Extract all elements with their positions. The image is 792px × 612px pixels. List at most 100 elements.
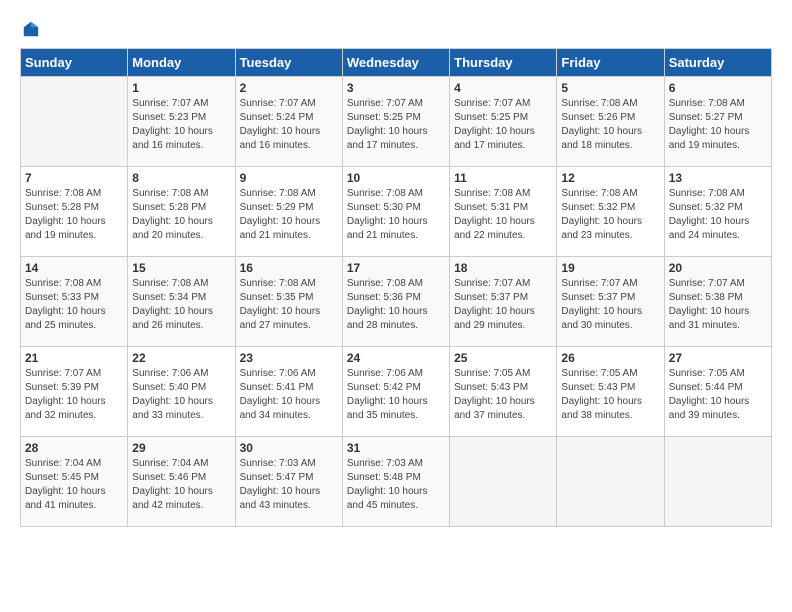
calendar-cell: 4 Sunrise: 7:07 AM Sunset: 5:25 PM Daylig… [450, 77, 557, 167]
calendar-cell: 21 Sunrise: 7:07 AM Sunset: 5:39 PM Dayli… [21, 347, 128, 437]
day-number: 2 [240, 81, 338, 95]
calendar-cell: 28Sunrise: 7:04 AM Sunset: 5:45 PM Dayli… [21, 437, 128, 527]
calendar-cell: 7 Sunrise: 7:08 AM Sunset: 5:28 PM Daylig… [21, 167, 128, 257]
week-row-5: 28Sunrise: 7:04 AM Sunset: 5:45 PM Dayli… [21, 437, 772, 527]
week-row-2: 7 Sunrise: 7:08 AM Sunset: 5:28 PM Daylig… [21, 167, 772, 257]
day-info: Sunrise: 7:08 AM Sunset: 5:29 PM Dayligh… [240, 187, 338, 243]
day-info: Sunrise: 7:08 AM Sunset: 5:35 PM Dayligh… [240, 277, 338, 333]
day-number: 30 [240, 441, 338, 455]
day-number: 7 [25, 171, 123, 185]
logo-icon [22, 20, 40, 38]
day-number: 6 [669, 81, 767, 95]
day-info: Sunrise: 7:07 AM Sunset: 5:38 PM Dayligh… [669, 277, 767, 333]
day-info: Sunrise: 7:05 AM Sunset: 5:43 PM Dayligh… [454, 367, 552, 423]
calendar-cell: 9 Sunrise: 7:08 AM Sunset: 5:29 PM Daylig… [235, 167, 342, 257]
header-tuesday: Tuesday [235, 49, 342, 77]
day-number: 15 [132, 261, 230, 275]
calendar-cell: 12 Sunrise: 7:08 AM Sunset: 5:32 PM Dayli… [557, 167, 664, 257]
week-row-1: 1 Sunrise: 7:07 AM Sunset: 5:23 PM Daylig… [21, 77, 772, 167]
calendar-cell: 19Sunrise: 7:07 AM Sunset: 5:37 PM Dayli… [557, 257, 664, 347]
calendar-cell: 11 Sunrise: 7:08 AM Sunset: 5:31 PM Dayli… [450, 167, 557, 257]
day-info: Sunrise: 7:08 AM Sunset: 5:32 PM Dayligh… [561, 187, 659, 243]
day-info: Sunrise: 7:07 AM Sunset: 5:25 PM Dayligh… [347, 97, 445, 153]
day-number: 4 [454, 81, 552, 95]
calendar-cell [557, 437, 664, 527]
calendar-cell [664, 437, 771, 527]
day-number: 31 [347, 441, 445, 455]
day-number: 16 [240, 261, 338, 275]
day-info: Sunrise: 7:03 AM Sunset: 5:48 PM Dayligh… [347, 457, 445, 513]
header-wednesday: Wednesday [342, 49, 449, 77]
day-info: Sunrise: 7:07 AM Sunset: 5:39 PM Dayligh… [25, 367, 123, 423]
day-number: 18 [454, 261, 552, 275]
day-number: 23 [240, 351, 338, 365]
calendar-cell [21, 77, 128, 167]
day-number: 28 [25, 441, 123, 455]
calendar-cell: 10 Sunrise: 7:08 AM Sunset: 5:30 PM Dayli… [342, 167, 449, 257]
calendar-header-row: SundayMondayTuesdayWednesdayThursdayFrid… [21, 49, 772, 77]
calendar-cell: 17 Sunrise: 7:08 AM Sunset: 5:36 PM Dayli… [342, 257, 449, 347]
calendar-cell: 27Sunrise: 7:05 AM Sunset: 5:44 PM Dayli… [664, 347, 771, 437]
day-info: Sunrise: 7:08 AM Sunset: 5:27 PM Dayligh… [669, 97, 767, 153]
calendar-cell: 23 Sunrise: 7:06 AM Sunset: 5:41 PM Dayli… [235, 347, 342, 437]
calendar-cell: 15 Sunrise: 7:08 AM Sunset: 5:34 PM Dayli… [128, 257, 235, 347]
day-number: 9 [240, 171, 338, 185]
day-number: 19 [561, 261, 659, 275]
day-number: 24 [347, 351, 445, 365]
day-number: 13 [669, 171, 767, 185]
day-number: 11 [454, 171, 552, 185]
calendar-cell: 13Sunrise: 7:08 AM Sunset: 5:32 PM Dayli… [664, 167, 771, 257]
day-number: 1 [132, 81, 230, 95]
calendar-cell: 25 Sunrise: 7:05 AM Sunset: 5:43 PM Dayli… [450, 347, 557, 437]
day-info: Sunrise: 7:08 AM Sunset: 5:36 PM Dayligh… [347, 277, 445, 333]
calendar-cell: 3 Sunrise: 7:07 AM Sunset: 5:25 PM Daylig… [342, 77, 449, 167]
calendar-cell: 6 Sunrise: 7:08 AM Sunset: 5:27 PM Daylig… [664, 77, 771, 167]
day-info: Sunrise: 7:08 AM Sunset: 5:31 PM Dayligh… [454, 187, 552, 243]
day-info: Sunrise: 7:08 AM Sunset: 5:33 PM Dayligh… [25, 277, 123, 333]
day-info: Sunrise: 7:03 AM Sunset: 5:47 PM Dayligh… [240, 457, 338, 513]
day-number: 8 [132, 171, 230, 185]
day-info: Sunrise: 7:07 AM Sunset: 5:23 PM Dayligh… [132, 97, 230, 153]
day-number: 17 [347, 261, 445, 275]
day-number: 5 [561, 81, 659, 95]
day-info: Sunrise: 7:08 AM Sunset: 5:30 PM Dayligh… [347, 187, 445, 243]
calendar-cell: 22Sunrise: 7:06 AM Sunset: 5:40 PM Dayli… [128, 347, 235, 437]
calendar-cell: 18 Sunrise: 7:07 AM Sunset: 5:37 PM Dayli… [450, 257, 557, 347]
calendar-cell [450, 437, 557, 527]
day-info: Sunrise: 7:05 AM Sunset: 5:43 PM Dayligh… [561, 367, 659, 423]
day-info: Sunrise: 7:07 AM Sunset: 5:37 PM Dayligh… [454, 277, 552, 333]
calendar-cell: 20Sunrise: 7:07 AM Sunset: 5:38 PM Dayli… [664, 257, 771, 347]
day-info: Sunrise: 7:08 AM Sunset: 5:26 PM Dayligh… [561, 97, 659, 153]
calendar-table: SundayMondayTuesdayWednesdayThursdayFrid… [20, 48, 772, 527]
day-info: Sunrise: 7:06 AM Sunset: 5:41 PM Dayligh… [240, 367, 338, 423]
calendar-cell: 1 Sunrise: 7:07 AM Sunset: 5:23 PM Daylig… [128, 77, 235, 167]
day-number: 21 [25, 351, 123, 365]
day-number: 12 [561, 171, 659, 185]
day-info: Sunrise: 7:05 AM Sunset: 5:44 PM Dayligh… [669, 367, 767, 423]
day-number: 29 [132, 441, 230, 455]
day-info: Sunrise: 7:04 AM Sunset: 5:46 PM Dayligh… [132, 457, 230, 513]
day-info: Sunrise: 7:06 AM Sunset: 5:42 PM Dayligh… [347, 367, 445, 423]
day-number: 25 [454, 351, 552, 365]
header-monday: Monday [128, 49, 235, 77]
calendar-cell: 14 Sunrise: 7:08 AM Sunset: 5:33 PM Dayli… [21, 257, 128, 347]
day-number: 10 [347, 171, 445, 185]
day-number: 26 [561, 351, 659, 365]
day-number: 3 [347, 81, 445, 95]
day-info: Sunrise: 7:08 AM Sunset: 5:28 PM Dayligh… [25, 187, 123, 243]
day-info: Sunrise: 7:07 AM Sunset: 5:25 PM Dayligh… [454, 97, 552, 153]
page-header [20, 20, 772, 38]
header-sunday: Sunday [21, 49, 128, 77]
header-thursday: Thursday [450, 49, 557, 77]
logo [20, 20, 42, 38]
calendar-cell: 5 Sunrise: 7:08 AM Sunset: 5:26 PM Daylig… [557, 77, 664, 167]
calendar-cell: 16 Sunrise: 7:08 AM Sunset: 5:35 PM Dayli… [235, 257, 342, 347]
calendar-cell: 30 Sunrise: 7:03 AM Sunset: 5:47 PM Dayli… [235, 437, 342, 527]
week-row-3: 14 Sunrise: 7:08 AM Sunset: 5:33 PM Dayli… [21, 257, 772, 347]
calendar-cell: 8Sunrise: 7:08 AM Sunset: 5:28 PM Daylig… [128, 167, 235, 257]
calendar-cell: 29 Sunrise: 7:04 AM Sunset: 5:46 PM Dayli… [128, 437, 235, 527]
day-info: Sunrise: 7:06 AM Sunset: 5:40 PM Dayligh… [132, 367, 230, 423]
week-row-4: 21 Sunrise: 7:07 AM Sunset: 5:39 PM Dayli… [21, 347, 772, 437]
day-number: 14 [25, 261, 123, 275]
day-info: Sunrise: 7:08 AM Sunset: 5:34 PM Dayligh… [132, 277, 230, 333]
